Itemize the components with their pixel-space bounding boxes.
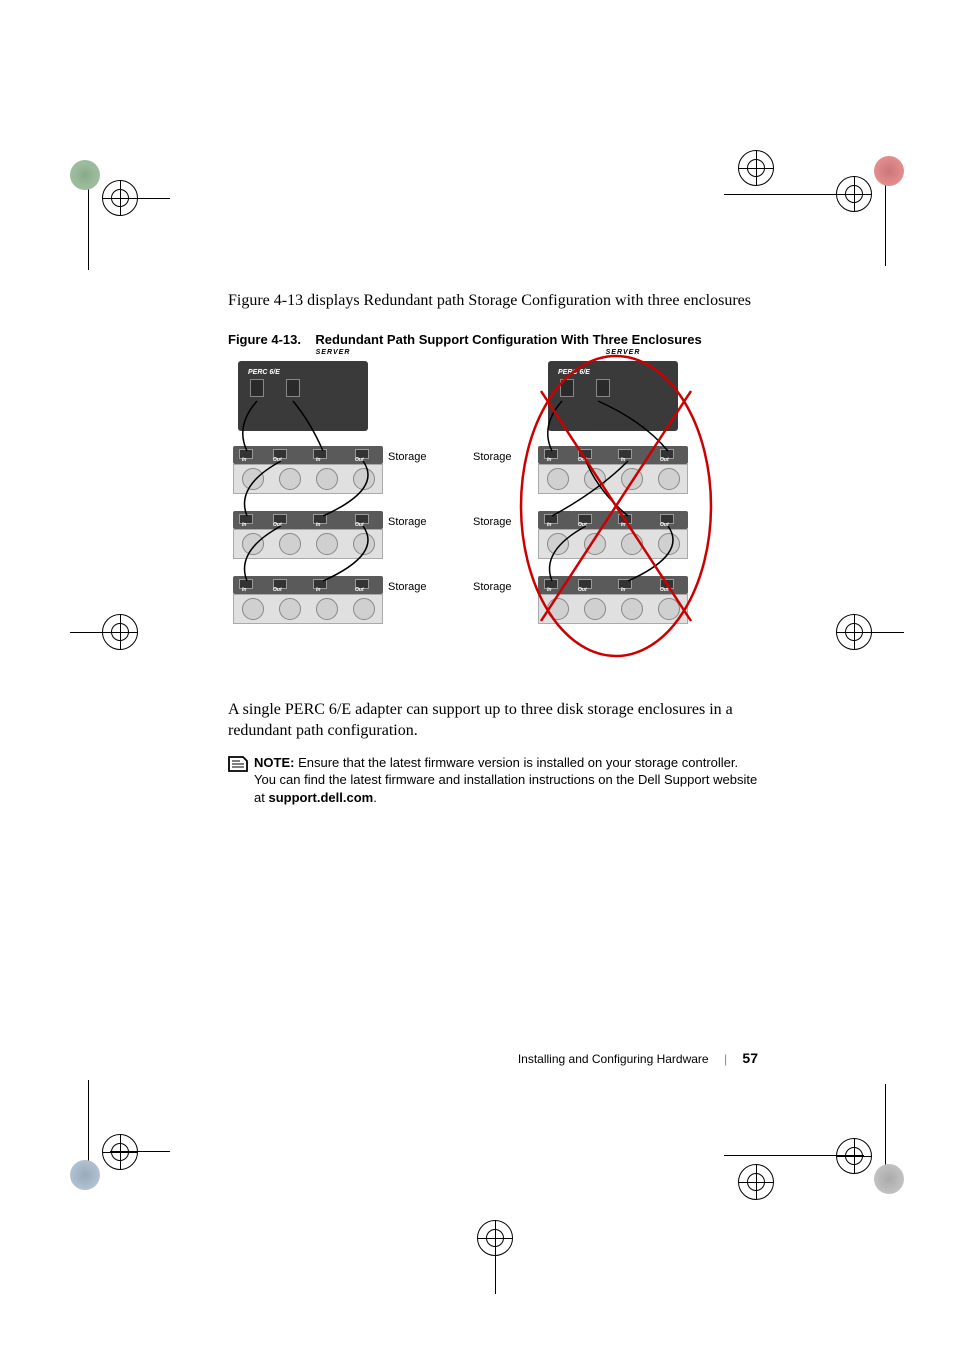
followup-paragraph: A single PERC 6/E adapter can support up… — [228, 699, 758, 742]
server-label: SERVER — [316, 349, 351, 356]
figure-caption: Figure 4-13. Redundant Path Support Conf… — [228, 332, 758, 347]
intro-paragraph: Figure 4-13 displays Redundant path Stor… — [228, 290, 758, 312]
page-number: 57 — [742, 1050, 758, 1066]
server-label: SERVER — [606, 349, 641, 356]
figure-number: Figure 4-13. — [228, 332, 301, 347]
note-bold: support.dell.com — [268, 790, 373, 805]
cables-correct — [233, 361, 393, 641]
storage-label-3b: Storage — [473, 581, 512, 593]
diagram-correct: SERVER PERC 6/E In Out In Out Storage — [228, 361, 438, 626]
storage-label-2b: Storage — [473, 516, 512, 528]
diagram-incorrect: SERVER PERC 6/E Storage In Out In Out St… — [518, 361, 728, 626]
note-icon — [228, 756, 248, 772]
cables-incorrect — [538, 361, 718, 641]
storage-label-1: Storage — [388, 451, 427, 463]
note-body-post: . — [373, 790, 377, 805]
note-text: NOTE: Ensure that the latest firmware ve… — [254, 754, 758, 807]
page-footer: Installing and Configuring Hardware | 57 — [228, 1050, 758, 1066]
storage-label-3: Storage — [388, 581, 427, 593]
storage-label-2: Storage — [388, 516, 427, 528]
note-label: NOTE: — [254, 755, 294, 770]
note-block: NOTE: Ensure that the latest firmware ve… — [228, 754, 758, 807]
figure-diagram: SERVER PERC 6/E In Out In Out Storage — [228, 351, 758, 681]
page-content: Figure 4-13 displays Redundant path Stor… — [228, 290, 758, 806]
storage-label-1b: Storage — [473, 451, 512, 463]
footer-section: Installing and Configuring Hardware — [518, 1052, 709, 1066]
figure-title: Redundant Path Support Configuration Wit… — [315, 332, 701, 347]
footer-separator: | — [724, 1052, 727, 1066]
